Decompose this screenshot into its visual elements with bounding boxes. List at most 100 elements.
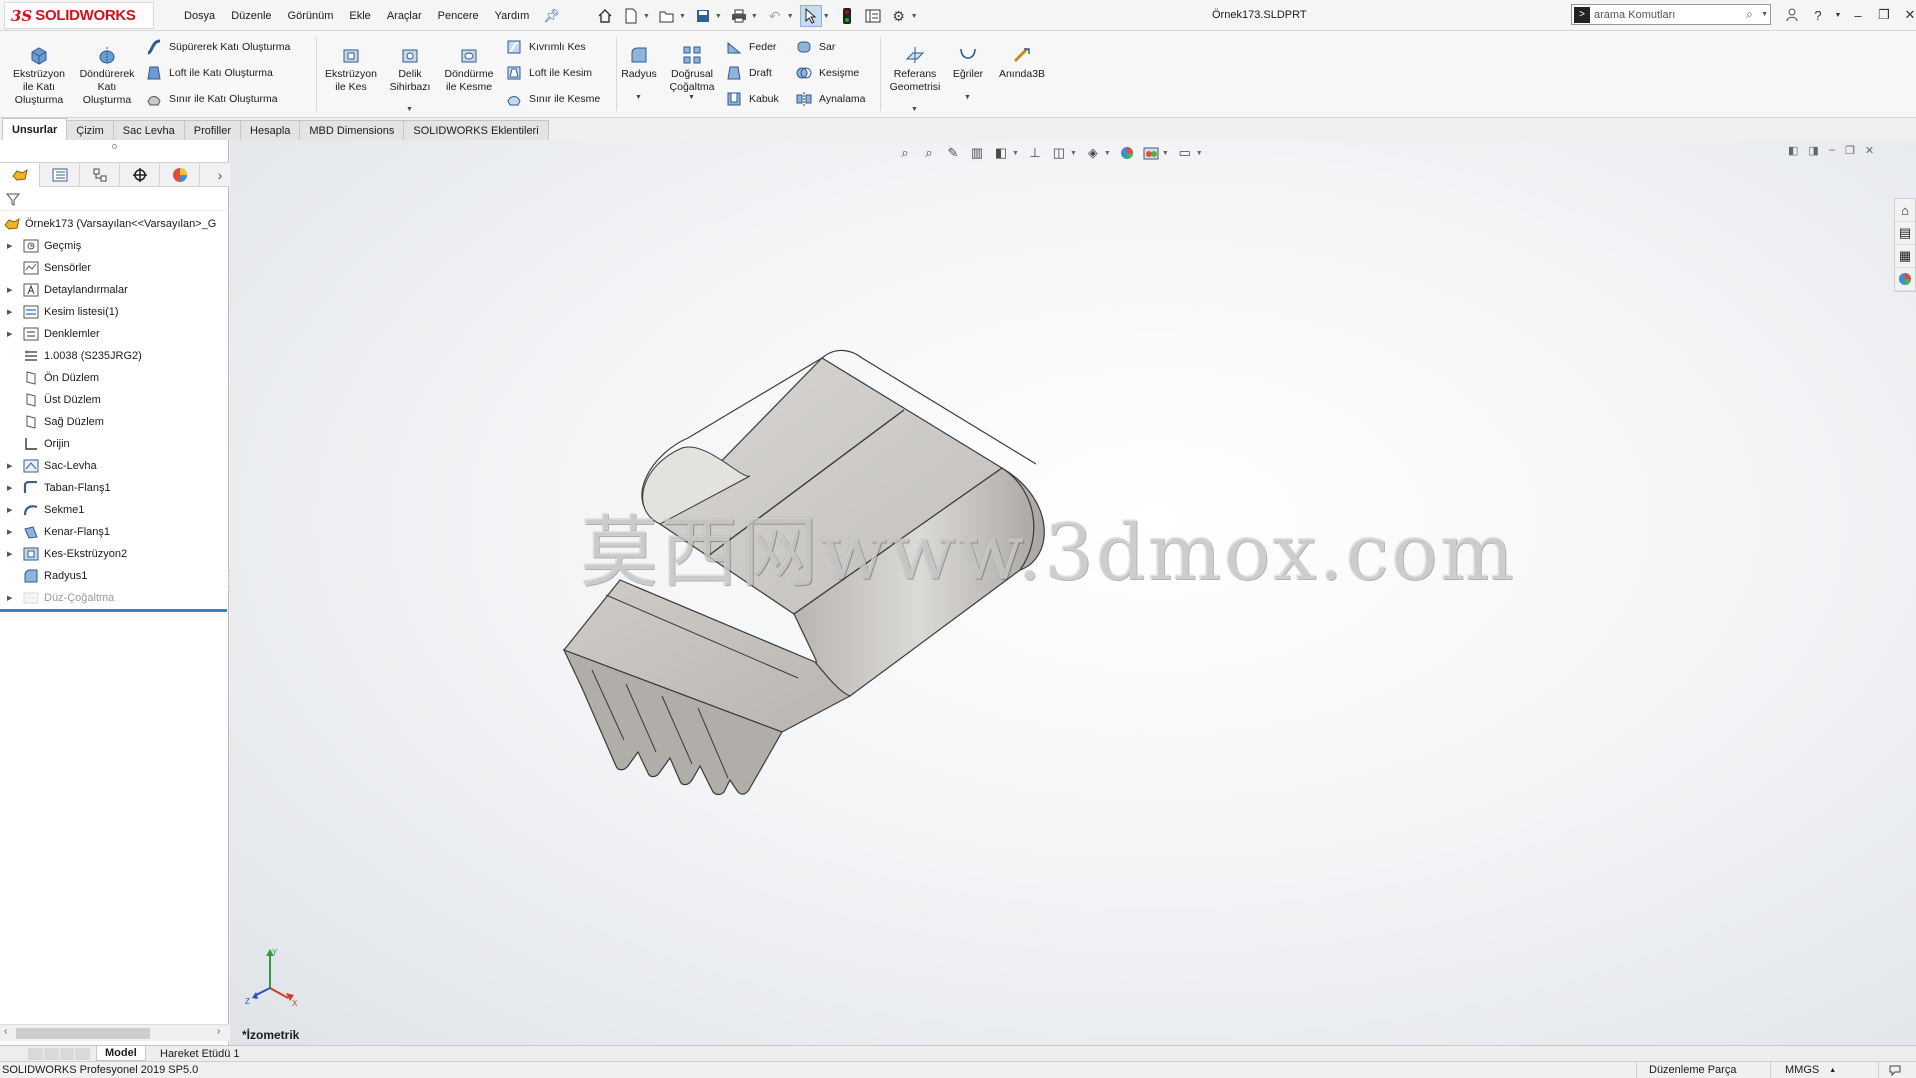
expand-arrow-icon[interactable]: ▶	[7, 550, 15, 558]
draft-button[interactable]: Draft	[724, 63, 772, 83]
tab-unsurlar[interactable]: Unsurlar	[2, 118, 68, 140]
tree-item[interactable]: ▶ Düz-Çoğaltma	[0, 587, 229, 609]
dimxpert-tab-icon[interactable]	[120, 163, 160, 187]
menu-gorunum[interactable]: Görünüm	[280, 10, 342, 22]
tree-item[interactable]: Orijin	[0, 433, 229, 455]
scroll-right-icon[interactable]: ›	[217, 1026, 220, 1037]
menu-pencere[interactable]: Pencere	[430, 10, 487, 22]
rollback-bar[interactable]	[0, 609, 227, 612]
filter-icon[interactable]	[5, 192, 21, 209]
curves-button[interactable]: Eğriler ▼	[948, 43, 988, 101]
print-icon[interactable]	[728, 5, 750, 27]
tree-item[interactable]: ▶ Kenar-Flanş1	[0, 521, 229, 543]
minimize-icon[interactable]: –	[1848, 4, 1868, 26]
quick-tips-icon[interactable]	[1878, 1062, 1901, 1078]
tree-item[interactable]: ▶ Kes-Ekstrüzyon2	[0, 543, 229, 565]
panel-more-chevron-icon[interactable]: ›	[211, 163, 229, 186]
tree-horizontal-scrollbar[interactable]: ‹ ›	[0, 1024, 229, 1041]
tab-model[interactable]: Model	[96, 1046, 146, 1061]
restore-icon[interactable]: ❐	[1874, 4, 1894, 26]
display-manager-tab-icon[interactable]	[160, 163, 200, 187]
linear-pattern-dropdown-icon[interactable]: ▼	[688, 91, 695, 104]
search-placeholder[interactable]: arama Komutları	[1594, 9, 1746, 21]
scroll-left-icon[interactable]: ‹	[4, 1026, 7, 1037]
save-dropdown-icon[interactable]: ▼	[715, 13, 722, 20]
tree-item[interactable]: ▶ Denklemler	[0, 323, 229, 345]
fillet-dropdown-icon[interactable]: ▼	[635, 91, 642, 104]
menu-ekle[interactable]: Ekle	[341, 10, 378, 22]
fillet-button[interactable]: Radyus ▼	[618, 43, 660, 101]
pin-icon[interactable]: 📌︎	[543, 8, 560, 24]
tree-item[interactable]: Radyus1	[0, 565, 229, 587]
boundary-cut-button[interactable]: Sınır ile Kesme	[504, 89, 600, 109]
loft-boss-button[interactable]: Loft ile Katı Oluşturma	[144, 63, 273, 83]
tree-item[interactable]: ▶ Geçmiş	[0, 235, 229, 257]
file-properties-icon[interactable]	[862, 5, 884, 27]
expand-arrow-icon[interactable]: ▶	[7, 484, 15, 492]
last-tab-button[interactable]	[75, 1048, 90, 1060]
tab-cizim[interactable]: Çizim	[66, 120, 114, 140]
extrude-cut-button[interactable]: Ekstrüzyon ile Kes	[320, 43, 382, 94]
help-icon[interactable]: ?	[1808, 4, 1828, 26]
undo-icon[interactable]: ↶	[764, 5, 786, 27]
tab-navigation-buttons[interactable]	[28, 1048, 90, 1060]
tree-item[interactable]: ▶ Taban-Flanş1	[0, 477, 229, 499]
linear-pattern-button[interactable]: Doğrusal Çoğaltma ▼	[664, 43, 720, 101]
tree-item[interactable]: Üst Düzlem	[0, 389, 229, 411]
menu-yardim[interactable]: Yardım	[487, 10, 538, 22]
loft-cut-button[interactable]: Loft ile Kesim	[504, 63, 592, 83]
prev-tab-button[interactable]	[43, 1048, 59, 1060]
reference-geometry-button[interactable]: Referans Geometrisi ▼	[884, 43, 946, 113]
feature-manager-tab-icon[interactable]	[0, 163, 40, 187]
scroll-thumb[interactable]	[16, 1028, 150, 1039]
property-manager-tab-icon[interactable]	[40, 163, 80, 187]
extrude-boss-button[interactable]: Ekstrüzyon ile Katı Oluşturma	[8, 43, 70, 107]
tree-item[interactable]: Sensörler	[0, 257, 229, 279]
configuration-manager-tab-icon[interactable]	[80, 163, 120, 187]
tree-item[interactable]: Ön Düzlem	[0, 367, 229, 389]
options-gear-icon[interactable]: ⚙	[888, 5, 910, 27]
help-dropdown-icon[interactable]: ▼	[1834, 4, 1842, 26]
unit-system-selector[interactable]: MMGS ▲	[1770, 1062, 1836, 1078]
tree-item[interactable]: Sağ Düzlem	[0, 411, 229, 433]
expand-arrow-icon[interactable]: ▶	[7, 330, 15, 338]
tab-hesapla[interactable]: Hesapla	[240, 120, 301, 140]
boundary-boss-button[interactable]: Sınır ile Katı Oluşturma	[144, 89, 278, 109]
tab-solidworks-eklentileri[interactable]: SOLIDWORKS Eklentileri	[403, 120, 549, 140]
tab-profiller[interactable]: Profiller	[183, 120, 242, 140]
options-dropdown-icon[interactable]: ▼	[911, 13, 918, 20]
new-dropdown-icon[interactable]: ▼	[643, 13, 650, 20]
tree-filter-box[interactable]	[2, 189, 226, 211]
home-icon[interactable]	[594, 5, 616, 27]
tree-item[interactable]: ▶ Sekme1	[0, 499, 229, 521]
select-dropdown-icon[interactable]: ▼	[823, 13, 830, 20]
expand-arrow-icon[interactable]: ▶	[7, 286, 15, 294]
graphics-area[interactable]: ⌕ ⌕ ✎ ▥ ◧ ▼ ⊥ ◫ ▼ ◈ ▼ ▼ ▭ ▼ ◧ ◨ – ❐ ✕ ⌂ …	[230, 140, 1916, 1045]
tree-item[interactable]: ▶ Sac-Levha	[0, 455, 229, 477]
tree-item[interactable]: 1.0038 (S235JRG2)	[0, 345, 229, 367]
traffic-light-icon[interactable]	[836, 5, 858, 27]
save-icon[interactable]	[692, 5, 714, 27]
mirror-button[interactable]: Aynalama	[794, 89, 866, 109]
rib-button[interactable]: Feder	[724, 37, 776, 57]
tree-item[interactable]: ▶ Kesim listesi(1)	[0, 301, 229, 323]
revolve-boss-button[interactable]: Döndürerek Katı Oluşturma	[76, 43, 138, 107]
menu-dosya[interactable]: Dosya	[176, 10, 223, 22]
tab-motion-study[interactable]: Hareket Etüdü 1	[152, 1046, 248, 1061]
print-dropdown-icon[interactable]: ▼	[751, 13, 758, 20]
menu-duzenle[interactable]: Düzenle	[223, 10, 279, 22]
expand-arrow-icon[interactable]: ▶	[7, 594, 15, 602]
expand-arrow-icon[interactable]: ▶	[7, 242, 15, 250]
tree-item[interactable]: ▶ Detaylandırmalar	[0, 279, 229, 301]
expand-arrow-icon[interactable]: ▶	[7, 506, 15, 514]
close-icon[interactable]: ✕	[1900, 4, 1916, 26]
open-dropdown-icon[interactable]: ▼	[679, 13, 686, 20]
menu-araclar[interactable]: Araçlar	[379, 10, 430, 22]
shell-button[interactable]: Kabuk	[724, 89, 779, 109]
expand-arrow-icon[interactable]: ▶	[7, 308, 15, 316]
search-dropdown-icon[interactable]: ▼	[1761, 11, 1768, 18]
solidworks-logo[interactable]: 3S SOLIDWORKS	[4, 2, 154, 29]
intersect-button[interactable]: Kesişme	[794, 63, 859, 83]
revolve-cut-button[interactable]: Döndürme ile Kesme	[440, 43, 498, 94]
undo-dropdown-icon[interactable]: ▼	[787, 13, 794, 20]
